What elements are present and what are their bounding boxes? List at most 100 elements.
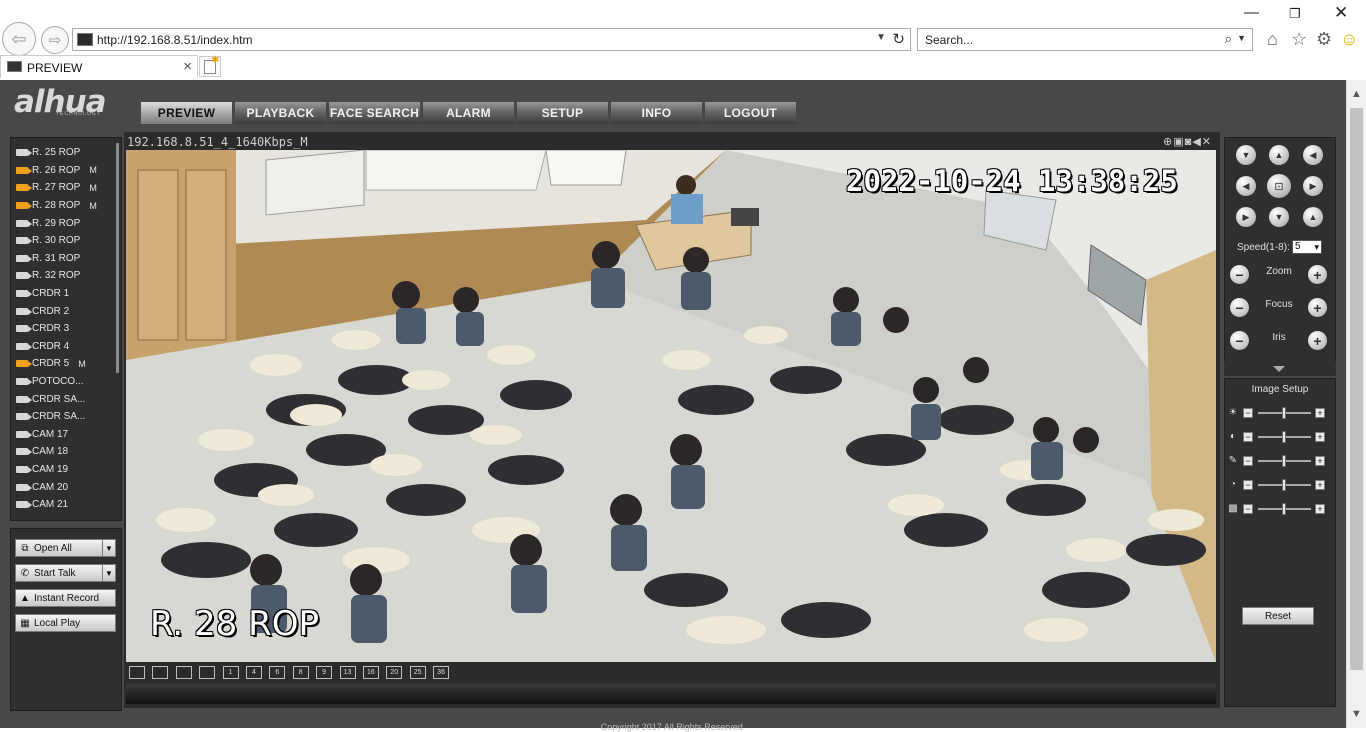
contrast-slider[interactable] [1282, 431, 1286, 443]
zoom-icon[interactable]: ⊕ [1163, 136, 1173, 148]
settings-gear-icon[interactable]: ⚙ [1316, 29, 1332, 50]
brightness-decrease[interactable]: − [1243, 408, 1253, 418]
snapshot-icon[interactable]: ▣ [1173, 136, 1184, 148]
ptz-down-left-button[interactable]: ▶ [1236, 207, 1256, 227]
camera-list-item[interactable]: R. 32 ROP [16, 267, 111, 285]
home-icon[interactable]: ⌂ [1267, 29, 1278, 50]
layout-button-36[interactable]: 36 [433, 666, 450, 679]
camera-list-item[interactable]: R. 29 ROP [16, 214, 111, 232]
camera-list-scrollbar[interactable] [116, 143, 119, 373]
camera-list-item[interactable]: R. 31 ROP [16, 250, 111, 268]
search-dropdown-icon[interactable]: ▼ [1237, 33, 1246, 43]
new-tab-button[interactable]: ✱ [199, 55, 221, 77]
camera-list-item[interactable]: CAM 21 [16, 496, 111, 514]
ptz-up-left-button[interactable]: ▼ [1236, 145, 1256, 165]
hue-decrease[interactable]: − [1243, 480, 1253, 490]
camera-list-item[interactable]: R. 25 ROP [16, 144, 111, 162]
camera-list-item[interactable]: CRDR 5 M [16, 355, 111, 373]
menu-logout[interactable]: LOGOUT [705, 102, 796, 124]
menu-setup[interactable]: SETUP [517, 102, 608, 124]
menu-face-search[interactable]: FACE SEARCH [329, 102, 420, 124]
layout-button-tool-4[interactable] [199, 666, 216, 679]
gain-increase[interactable]: + [1315, 504, 1325, 514]
camera-list-item[interactable]: CRDR 3 [16, 320, 111, 338]
layout-button-25[interactable]: 25 [409, 666, 426, 679]
address-dropdown-icon[interactable]: ▼ [876, 32, 886, 43]
start-talk-button[interactable]: ✆ Start Talk [15, 564, 103, 582]
close-video-icon[interactable]: ✕ [1202, 136, 1212, 148]
layout-button-tool-3[interactable] [175, 666, 192, 679]
camera-list-item[interactable]: CRDR 2 [16, 302, 111, 320]
hue-increase[interactable]: + [1315, 480, 1325, 490]
camera-list-item[interactable]: POTOCO... [16, 373, 111, 391]
zoom-in-button[interactable]: + [1308, 265, 1327, 284]
iris-open-button[interactable]: + [1308, 331, 1327, 350]
ptz-down-right-button[interactable]: ▲ [1303, 207, 1323, 227]
camera-list-item[interactable]: CRDR 4 [16, 338, 111, 356]
ptz-down-button[interactable]: ▼ [1269, 207, 1289, 227]
close-window-icon[interactable]: ✕ [1334, 3, 1348, 23]
layout-button-16[interactable]: 16 [362, 666, 379, 679]
start-talk-dropdown[interactable]: ▼ [102, 564, 116, 582]
layout-button-1[interactable]: 1 [222, 666, 239, 679]
ptz-left-button[interactable]: ◀ [1236, 176, 1256, 196]
ptz-right-button[interactable]: ▶ [1303, 176, 1323, 196]
camera-list-item[interactable]: R. 28 ROP M [16, 197, 111, 215]
local-play-button[interactable]: ▦ Local Play [15, 614, 116, 632]
contrast-increase[interactable]: + [1315, 432, 1325, 442]
ptz-center-button[interactable]: ⊡ [1267, 174, 1291, 198]
camera-list-item[interactable]: CRDR 1 [16, 285, 111, 303]
camera-list-item[interactable]: CRDR SA... [16, 408, 111, 426]
video-feed[interactable]: 2022-10-24 13:38:25 R. 28 ROP [126, 150, 1216, 662]
search-box[interactable]: Search... ⌕ ▼ [917, 28, 1253, 51]
brightness-slider[interactable] [1282, 407, 1286, 419]
scrollbar-thumb[interactable] [1350, 108, 1363, 670]
scroll-down-icon[interactable]: ▼ [1351, 708, 1362, 720]
camera-list-item[interactable]: CRDR SA... [16, 390, 111, 408]
search-input[interactable]: Search... [925, 33, 973, 47]
restore-icon[interactable]: ❐ [1289, 6, 1301, 22]
contrast-decrease[interactable]: − [1243, 432, 1253, 442]
ptz-up-right-button[interactable]: ◀ [1303, 145, 1323, 165]
camera-list-item[interactable]: CAM 20 [16, 478, 111, 496]
page-scrollbar[interactable]: ▲ ▼ [1346, 80, 1366, 728]
layout-button-9[interactable]: 9 [316, 666, 333, 679]
layout-button-4[interactable]: 4 [245, 666, 262, 679]
browser-tab-preview[interactable]: PREVIEW × [0, 55, 198, 78]
search-icon[interactable]: ⌕ [1225, 31, 1232, 47]
instant-record-button[interactable]: ▲ Instant Record [15, 589, 116, 607]
hue-slider[interactable] [1282, 479, 1286, 491]
camera-list-item[interactable]: R. 27 ROP M [16, 179, 111, 197]
camera-list-item[interactable]: R. 26 ROP M [16, 162, 111, 180]
scroll-up-icon[interactable]: ▲ [1351, 88, 1362, 100]
camera-list-item[interactable]: CAM 18 [16, 443, 111, 461]
layout-button-tool-1[interactable] [129, 666, 145, 679]
favorites-star-icon[interactable]: ☆ [1291, 29, 1307, 50]
layout-button-8[interactable]: 8 [292, 666, 309, 679]
gain-decrease[interactable]: − [1243, 504, 1253, 514]
address-text[interactable]: http://192.168.8.51/index.htm [97, 33, 252, 47]
layout-button-tool-2[interactable] [152, 666, 169, 679]
open-all-button[interactable]: ⧉ Open All [15, 539, 103, 557]
close-tab-icon[interactable]: × [183, 58, 192, 75]
gain-slider[interactable] [1282, 503, 1286, 515]
forward-button[interactable]: ⇨ [41, 26, 69, 54]
menu-alarm[interactable]: ALARM [423, 102, 514, 124]
menu-info[interactable]: INFO [611, 102, 702, 124]
camera-list-item[interactable]: CAM 17 [16, 426, 111, 444]
ptz-up-button[interactable]: ▲ [1269, 145, 1289, 165]
zoom-out-button[interactable]: − [1230, 265, 1249, 284]
minimize-icon[interactable]: — [1244, 4, 1259, 21]
refresh-icon[interactable]: ↻ [892, 30, 905, 48]
back-button[interactable]: ⇦ [2, 22, 36, 56]
saturation-slider[interactable] [1282, 455, 1286, 467]
speed-select[interactable]: 5 [1292, 240, 1322, 254]
camera-list-item[interactable]: R. 30 ROP [16, 232, 111, 250]
reset-button[interactable]: Reset [1242, 607, 1314, 625]
audio-icon[interactable]: ◀ [1192, 136, 1201, 148]
ptz-collapse-toggle[interactable] [1224, 362, 1336, 376]
feedback-smiley-icon[interactable]: ☺ [1340, 29, 1358, 50]
camera-list-item[interactable]: CAM 19 [16, 461, 111, 479]
layout-button-20[interactable]: 20 [386, 666, 403, 679]
address-bar[interactable]: http://192.168.8.51/index.htm ▼ ↻ [72, 28, 911, 51]
